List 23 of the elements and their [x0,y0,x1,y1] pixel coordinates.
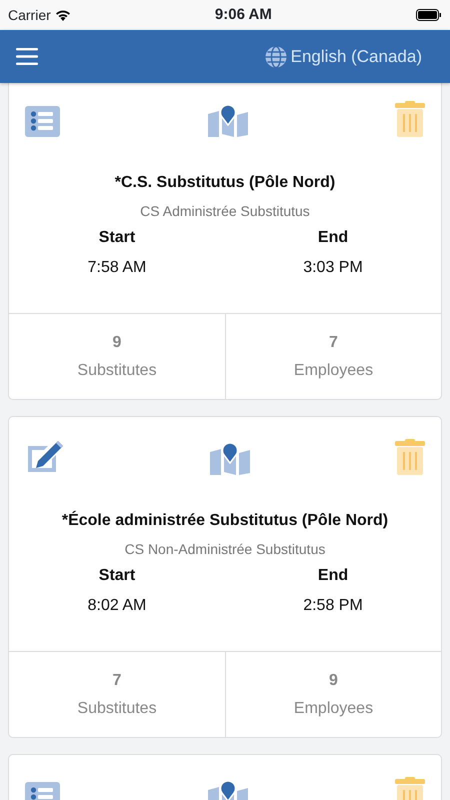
stat-count: 7 [328,332,339,352]
time-label: End [316,228,350,248]
stat-label: Substitutes [76,360,158,380]
stat-label: Substitutes [76,698,158,718]
time-label: End [316,566,350,586]
language-selector[interactable]: English (Canada) [264,44,422,70]
stat-count: 9 [328,670,339,690]
time-label: Start [98,566,136,586]
stat-label: Employees [292,360,374,380]
stat-count: 7 [112,670,122,690]
time-value: 7:58 AM [86,258,148,278]
time-value: 3:03 PM [302,258,364,278]
board-name: CS Non-Administrée Substitutus [124,540,326,559]
stat-count: 9 [112,332,122,352]
time-value: 8:02 AM [86,596,148,616]
time-value: 2:58 PM [302,596,364,616]
board-name: CS Administrée Substitutus [139,202,311,221]
stat-label: Employees [292,698,374,718]
carrier-label: Carrier [8,6,51,24]
time-label: Start [98,228,136,248]
school-title: *C.S. Substitutus (Pôle Nord) [114,173,336,193]
clock: 9:06 AM [214,4,272,25]
school-title: *École administrée Substitutus (Pôle Nord) [60,510,390,531]
